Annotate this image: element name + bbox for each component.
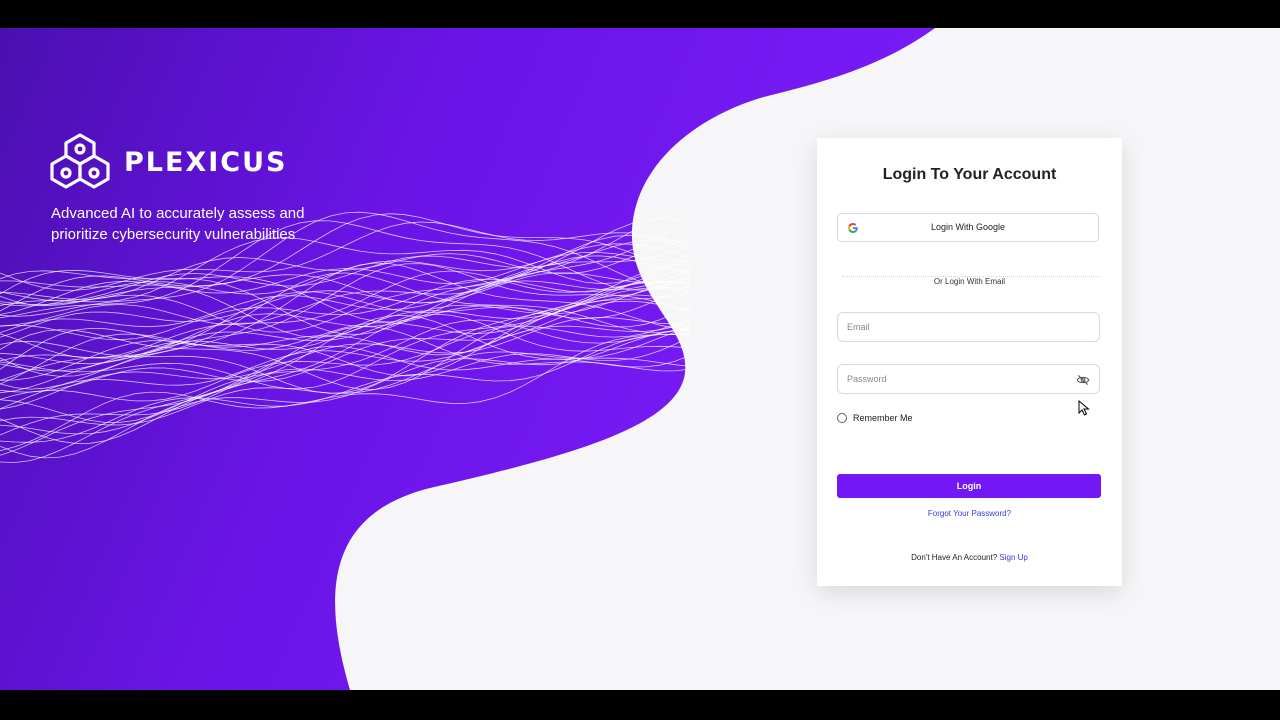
email-field[interactable] [837,312,1100,342]
signup-prompt: Don't Have An Account? [911,553,998,562]
signup-link[interactable]: Sign Up [999,553,1027,562]
network-nodes-icon [50,133,110,189]
password-field[interactable] [837,364,1100,394]
brand-name: PLEXICUS [124,146,288,178]
letterbox-top [0,0,1280,28]
divider: Or Login With Email [817,271,1122,289]
login-title: Login To Your Account [882,166,1057,183]
divider-text: Or Login With Email [925,277,1014,286]
eye-icon[interactable] [1076,373,1090,387]
login-button[interactable]: Login [837,474,1101,498]
remember-me[interactable]: Remember Me [837,413,913,423]
signup-line: Don't Have An Account? Sign Up [817,553,1122,562]
remember-me-label: Remember Me [853,413,913,423]
remember-me-radio[interactable] [837,413,847,423]
google-login-button[interactable]: Login With Google [837,213,1099,242]
password-input[interactable] [838,365,1067,393]
mouse-cursor-icon [1078,400,1090,416]
letterbox-bottom [0,690,1280,720]
email-input[interactable] [838,313,1067,341]
login-page: PLEXICUS Advanced AI to accurately asses… [0,28,1280,690]
forgot-password-link[interactable]: Forgot Your Password? [817,509,1122,518]
brand-tagline: Advanced AI to accurately assess and pri… [51,205,305,243]
login-card: Login To Your Account Login With Google … [817,138,1122,586]
brand: PLEXICUS [50,132,288,192]
google-login-label: Login With Google [930,222,1006,232]
